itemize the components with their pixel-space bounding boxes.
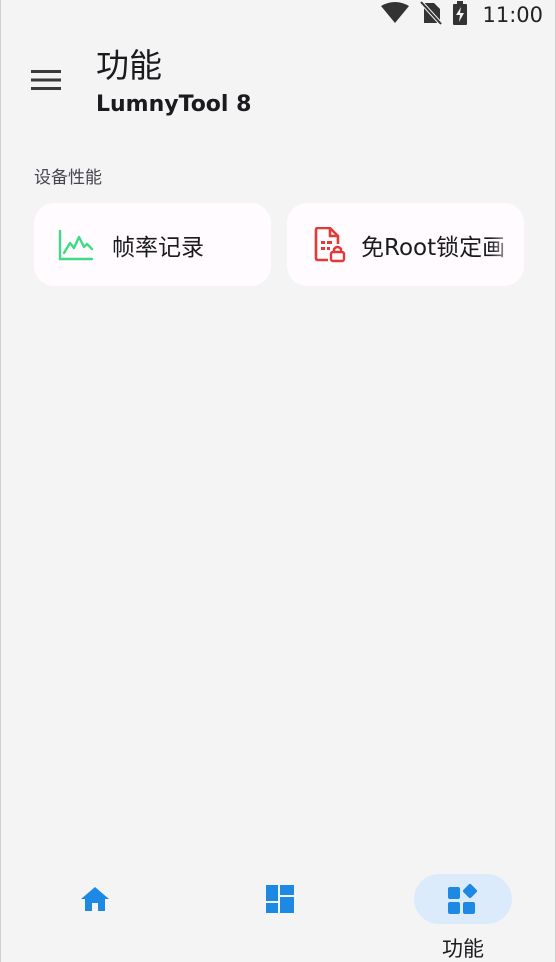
- document-lock-icon: [309, 225, 349, 265]
- fps-record-card[interactable]: 帧率记录: [34, 203, 271, 286]
- status-time: 11:00: [482, 3, 543, 27]
- nav-item-home[interactable]: [1, 862, 186, 962]
- menu-button[interactable]: [23, 62, 69, 102]
- rootless-lock-label: 免Root锁定画: [361, 234, 506, 261]
- dashboard-icon: [231, 874, 329, 924]
- status-bar: 11:00: [1, 0, 555, 30]
- nav-item-dashboard[interactable]: [186, 862, 371, 962]
- fps-record-label: 帧率记录: [112, 234, 204, 261]
- wifi-icon: [380, 2, 410, 28]
- home-icon: [46, 874, 144, 924]
- no-sim-icon: [419, 0, 443, 29]
- app-screen: 11:00 功能 LumnyTool 8 设备性能 帧率记录 免Root锁定画 …: [0, 0, 556, 962]
- widgets-icon: [414, 874, 512, 924]
- page-title: 功能: [96, 46, 162, 85]
- rootless-lock-card[interactable]: 免Root锁定画: [287, 203, 524, 286]
- nav-item-functions[interactable]: 功能: [371, 862, 556, 962]
- line-chart-icon: [56, 225, 96, 265]
- battery-charging-icon: [452, 1, 468, 29]
- hamburger-menu-icon: [31, 69, 61, 95]
- bottom-navigation: 功能: [1, 862, 555, 962]
- app-subtitle: LumnyTool 8: [96, 92, 252, 117]
- section-label-device-performance: 设备性能: [34, 168, 102, 188]
- text-fade-overlay: [490, 203, 524, 286]
- nav-label-functions: 功能: [442, 937, 484, 961]
- status-icons: 11:00: [380, 0, 543, 29]
